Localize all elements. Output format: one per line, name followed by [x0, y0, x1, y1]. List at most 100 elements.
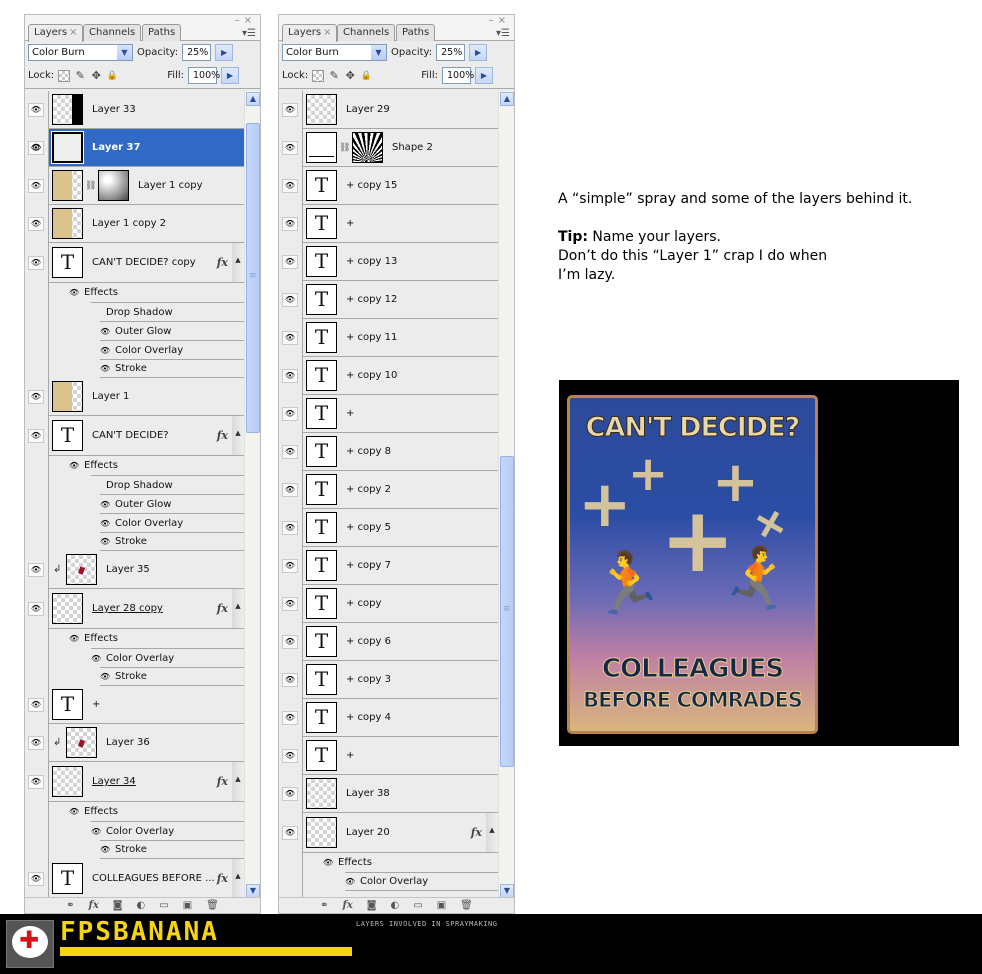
- trash-icon[interactable]: 🗑: [206, 900, 219, 911]
- eye-icon[interactable]: 👁: [69, 807, 81, 816]
- lock-brush-icon[interactable]: ✎: [328, 69, 340, 82]
- eye-icon[interactable]: 👁: [323, 858, 335, 867]
- window-controls[interactable]: –×: [235, 15, 256, 26]
- layer-row[interactable]: 👁 ↲ Layer 36: [28, 724, 244, 762]
- panel-menu-icon[interactable]: ▾☰: [496, 28, 510, 39]
- fill-input[interactable]: 100%: [442, 67, 474, 84]
- layer-row[interactable]: 👁 T + copy 7: [282, 547, 498, 585]
- effect-item[interactable]: 👁 Color Overlay: [91, 821, 244, 840]
- mask-icon[interactable]: ◙: [113, 900, 123, 911]
- eye-icon[interactable]: 👁: [28, 562, 44, 577]
- fx-icon[interactable]: fx: [89, 900, 99, 911]
- layer-row[interactable]: 👁 Layer 34 fx ▲: [28, 762, 244, 802]
- scrollbar[interactable]: ▲ ▼: [244, 91, 260, 899]
- collapse-arrow-icon[interactable]: ▲: [232, 589, 244, 628]
- lock-transparency-icon[interactable]: [58, 69, 71, 82]
- blend-mode-select[interactable]: Color Burn ▼: [28, 43, 133, 61]
- eye-icon[interactable]: 👁: [282, 558, 298, 573]
- eye-icon[interactable]: 👁: [282, 330, 298, 345]
- fill-slider-button[interactable]: ▶: [475, 67, 493, 84]
- layer-row[interactable]: 👁 T + copy 3: [282, 661, 498, 699]
- tab-layers[interactable]: Layers ×: [28, 24, 84, 42]
- eye-icon[interactable]: 👁: [282, 710, 298, 725]
- collapse-arrow-icon[interactable]: ▲: [232, 243, 244, 282]
- new-layer-icon[interactable]: ▣: [183, 900, 192, 911]
- tab-paths[interactable]: Paths: [142, 24, 182, 41]
- effect-item[interactable]: 👁 Outer Glow: [100, 494, 244, 513]
- collapse-arrow-icon[interactable]: ▲: [232, 859, 244, 898]
- effect-item[interactable]: 👁 Outer Glow: [100, 321, 244, 340]
- eye-icon[interactable]: 👁: [100, 364, 112, 373]
- effects-header[interactable]: 👁 Effects: [49, 283, 244, 302]
- eye-icon[interactable]: 👁: [282, 254, 298, 269]
- eye-icon[interactable]: 👁: [28, 774, 44, 789]
- eye-icon[interactable]: 👁: [282, 786, 298, 801]
- effects-header[interactable]: 👁 Effects: [49, 629, 244, 648]
- effects-header[interactable]: 👁 Effects: [303, 853, 498, 872]
- eye-icon[interactable]: 👁: [69, 634, 81, 643]
- eye-icon[interactable]: 👁: [100, 327, 112, 336]
- opacity-slider-button[interactable]: ▶: [469, 43, 488, 61]
- eye-icon[interactable]: 👁: [282, 825, 298, 840]
- link-icon[interactable]: ⚭: [320, 900, 328, 911]
- layer-row[interactable]: 👁 T +: [282, 395, 498, 433]
- eye-icon[interactable]: 👁: [28, 216, 44, 231]
- opacity-input[interactable]: 25%: [436, 43, 466, 61]
- eye-icon[interactable]: 👁: [282, 482, 298, 497]
- eye-icon[interactable]: 👁: [100, 845, 112, 854]
- link-icon[interactable]: ⚭: [66, 900, 74, 911]
- layer-row[interactable]: 👁 Layer 33: [28, 91, 244, 129]
- layer-row[interactable]: 👁 T +: [282, 737, 498, 775]
- layer-row[interactable]: 👁 T +: [28, 686, 244, 724]
- adjustment-icon[interactable]: ◐: [137, 900, 146, 911]
- layer-row[interactable]: 👁 T + copy 5: [282, 509, 498, 547]
- scrollbar[interactable]: ▲ ▼: [498, 91, 514, 899]
- close-icon[interactable]: ×: [323, 27, 331, 38]
- scroll-up-button[interactable]: ▲: [246, 92, 260, 106]
- eye-icon[interactable]: 👁: [28, 697, 44, 712]
- eye-icon[interactable]: 👁: [28, 601, 44, 616]
- layer-row[interactable]: 👁 T +: [282, 205, 498, 243]
- effect-item[interactable]: 👁 Color Overlay: [100, 340, 244, 359]
- effect-item[interactable]: 👁 Color Overlay: [345, 872, 498, 891]
- effect-item[interactable]: 👁 Stroke: [100, 359, 244, 378]
- eye-icon[interactable]: 👁: [69, 288, 81, 297]
- layer-row[interactable]: 👁 ⛓ Shape 2: [282, 129, 498, 167]
- layer-row[interactable]: 👁 T + copy 12: [282, 281, 498, 319]
- layer-row[interactable]: 👁 T + copy: [282, 585, 498, 623]
- layer-row[interactable]: 👁 ⛓ Layer 1 copy: [28, 167, 244, 205]
- eye-icon[interactable]: 👁: [100, 672, 112, 681]
- scrollbar-thumb[interactable]: [246, 122, 260, 433]
- collapse-arrow-icon[interactable]: ▲: [486, 813, 498, 852]
- eye-icon[interactable]: 👁: [100, 500, 112, 509]
- fill-input[interactable]: 100%: [188, 67, 220, 84]
- lock-all-icon[interactable]: 🔒: [106, 70, 118, 82]
- lock-all-icon[interactable]: 🔒: [360, 70, 372, 82]
- lock-brush-icon[interactable]: ✎: [74, 69, 86, 82]
- effect-item[interactable]: 👁Drop Shadow: [91, 302, 244, 321]
- layer-row[interactable]: 👁 Layer 1: [28, 378, 244, 416]
- eye-icon[interactable]: 👁: [282, 444, 298, 459]
- scroll-up-button[interactable]: ▲: [500, 92, 514, 106]
- effect-item[interactable]: 👁 Stroke: [100, 532, 244, 551]
- eye-icon[interactable]: 👁: [282, 748, 298, 763]
- layer-row[interactable]: 👁 T CAN'T DECIDE? copy fx ▲: [28, 243, 244, 283]
- eye-icon[interactable]: 👁: [91, 654, 103, 663]
- collapse-arrow-icon[interactable]: ▲: [232, 416, 244, 455]
- layer-row[interactable]: 👁 T + copy 15: [282, 167, 498, 205]
- eye-icon[interactable]: 👁: [345, 877, 357, 886]
- layer-row[interactable]: 👁 T + copy 11: [282, 319, 498, 357]
- scroll-down-button[interactable]: ▼: [246, 884, 260, 898]
- eye-icon[interactable]: 👁: [28, 140, 44, 155]
- eye-icon[interactable]: 👁: [28, 102, 44, 117]
- layer-row[interactable]: 👁 Layer 28 copy fx ▲: [28, 589, 244, 629]
- eye-icon[interactable]: 👁: [28, 871, 44, 886]
- lock-transparency-icon[interactable]: [312, 69, 325, 82]
- tab-layers[interactable]: Layers ×: [282, 24, 338, 42]
- layer-row[interactable]: 👁 T + copy 13: [282, 243, 498, 281]
- layer-row[interactable]: 👁 T + copy 6: [282, 623, 498, 661]
- eye-icon[interactable]: 👁: [282, 216, 298, 231]
- eye-icon[interactable]: 👁: [69, 461, 81, 470]
- lock-move-icon[interactable]: ✥: [344, 69, 356, 82]
- folder-icon[interactable]: ▭: [159, 900, 168, 911]
